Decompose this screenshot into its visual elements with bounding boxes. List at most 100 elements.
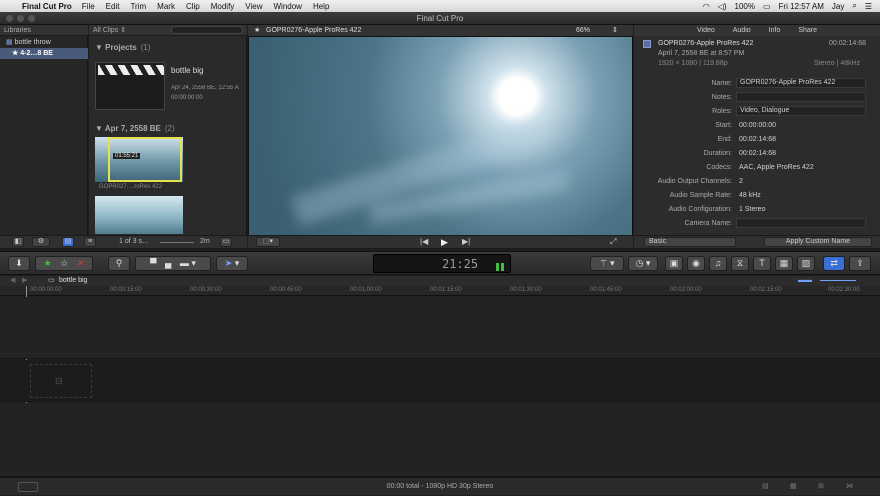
project-date: Apr 24, 2558 BE, 12:55 A <box>171 85 239 91</box>
camera-name-input[interactable] <box>736 218 866 228</box>
timeline-project-name: bottle big <box>59 277 88 284</box>
close-button[interactable] <box>6 15 13 22</box>
wifi-icon[interactable]: ◠ <box>703 2 710 11</box>
forward-arrow-icon[interactable]: ▶ <box>22 276 27 286</box>
menu-clip[interactable]: Clip <box>186 2 200 11</box>
transitions-browser-icon[interactable]: ⧖ <box>731 256 749 271</box>
menu-view[interactable]: View <box>245 2 262 11</box>
empty-storyline-placeholder[interactable]: ⊟ <box>30 364 92 398</box>
audio-track-area[interactable] <box>0 403 880 477</box>
connect-clip-icon[interactable]: ▀ <box>150 258 156 268</box>
clip-thumbnail[interactable]: 01:55:21 <box>95 137 183 182</box>
clip-selection-range[interactable] <box>108 137 182 182</box>
themes-browser-icon[interactable]: ▧ <box>797 256 815 271</box>
back-arrow-icon[interactable]: ◀ <box>10 276 15 286</box>
menu-edit[interactable]: Edit <box>106 2 120 11</box>
spotlight-icon[interactable]: ⌕ <box>852 1 856 11</box>
projects-section[interactable]: ▼ Projects (1) <box>89 39 247 56</box>
event-date-section[interactable]: ▼ Apr 7, 2558 BE (2) <box>89 120 181 137</box>
reject-icon[interactable]: ✕ <box>77 258 85 268</box>
video-frame[interactable] <box>249 37 632 235</box>
ruler-tick-label: 00:00:00:00 <box>30 287 62 293</box>
effects-browser-icon[interactable]: ▣ <box>665 256 683 271</box>
clip-zoom-value: 2m <box>200 238 210 245</box>
titles-browser-icon[interactable]: T <box>753 256 771 271</box>
project-thumbnail[interactable] <box>95 62 165 110</box>
previous-frame-icon[interactable]: |◀ <box>420 237 428 246</box>
minimize-button[interactable] <box>17 15 24 22</box>
unrate-icon[interactable]: ☆ <box>60 258 68 268</box>
name-input[interactable]: GOPR0276-Apple ProRes 422 <box>736 78 866 88</box>
next-frame-icon[interactable]: ▶| <box>462 237 470 246</box>
ruler-tick-label: 00:01:15:00 <box>430 287 462 293</box>
clip-filter-dropdown[interactable]: All Clips <box>93 27 118 34</box>
metadata-view-dropdown[interactable]: Basic <box>644 237 736 247</box>
skimming-icon[interactable]: ⋈ <box>846 478 853 496</box>
import-icon[interactable]: ⬇ <box>8 256 30 271</box>
menu-file[interactable]: File <box>82 2 95 11</box>
chevron-updown-icon: ⇕ <box>120 27 127 34</box>
favorite-icon[interactable]: ★ <box>44 258 52 268</box>
menu-mark[interactable]: Mark <box>157 2 175 11</box>
roles-dropdown[interactable]: Video, Dialogue <box>736 106 866 116</box>
clip-appearance-icon[interactable]: ▦ <box>790 478 797 496</box>
dashboard-timecode[interactable]: 21:25 <box>373 254 511 273</box>
timeline-ruler[interactable]: 00:00:00:00 00:00:15:00 00:00:30:00 00:0… <box>0 286 880 296</box>
menu-trim[interactable]: Trim <box>130 2 146 11</box>
menu-window[interactable]: Window <box>274 2 302 11</box>
menu-clock[interactable]: Fri 12:57 AM <box>779 2 824 11</box>
tab-share[interactable]: Share <box>798 25 817 36</box>
project-duration: 00:00:00:00 <box>171 95 203 101</box>
clip-appearance-icon[interactable]: ▭ <box>220 237 232 247</box>
inspector-toggle-icon[interactable]: ⇄ <box>823 256 845 271</box>
filmstrip-view-icon[interactable]: ▤ <box>62 237 74 247</box>
battery-percent[interactable]: 100% <box>735 2 755 11</box>
notification-icon[interactable]: ☰ <box>865 2 872 11</box>
viewer-zoom-dropdown[interactable]: 66% <box>576 25 590 36</box>
viewer-options-icon[interactable]: ⇕ <box>612 25 618 36</box>
keyword-icon[interactable]: ⚲ <box>108 256 130 271</box>
list-view-icon[interactable]: ≡ <box>84 237 96 247</box>
library-item[interactable]: ▦ bottle throw <box>0 37 88 48</box>
clip-thumbnail[interactable] <box>95 196 183 234</box>
clip-height-icon[interactable]: ▬▬ <box>798 276 812 286</box>
generators-browser-icon[interactable]: ▦ <box>775 256 793 271</box>
edit-mode-dropdown-icon[interactable]: ▾ <box>191 258 196 268</box>
audio-meters-icon[interactable]: ▤ <box>762 478 769 496</box>
retime-dropdown[interactable]: ◷ ▾ <box>628 256 658 271</box>
battery-icon[interactable]: ▭ <box>763 2 771 11</box>
apply-custom-name-button[interactable]: Apply Custom Name <box>764 237 872 247</box>
append-clip-icon[interactable]: ▬ <box>180 258 189 268</box>
clip-zoom-slider[interactable] <box>160 242 194 243</box>
tab-video[interactable]: Video <box>697 25 715 36</box>
event-item[interactable]: ★ 4-2…8 BE <box>0 48 88 59</box>
enhancements-dropdown[interactable]: ⚚ ▾ <box>590 256 624 271</box>
browser-header: All Clips ⇕ <box>89 25 247 36</box>
timeline-index-icon[interactable] <box>18 482 38 492</box>
timeline-zoom-slider[interactable] <box>820 280 856 281</box>
gear-icon[interactable]: ⚙ <box>32 237 50 247</box>
connected-track-area[interactable] <box>0 297 880 359</box>
library-toggle-icon[interactable]: ◧ <box>12 237 24 247</box>
select-tool-dropdown[interactable]: ➤ ▾ <box>216 256 248 271</box>
insert-clip-icon[interactable]: ▄ <box>165 258 171 268</box>
fullscreen-icon[interactable]: ⤢ <box>610 237 616 247</box>
field-start: Start: 00:00:00:00 <box>715 122 776 129</box>
tab-info[interactable]: Info <box>769 25 781 36</box>
menu-user[interactable]: Jay <box>832 2 844 11</box>
snapping-icon[interactable]: ⊞ <box>818 478 824 496</box>
volume-icon[interactable]: ◁) <box>718 2 727 11</box>
menu-modify[interactable]: Modify <box>211 2 235 11</box>
notes-input[interactable] <box>736 92 866 102</box>
menu-help[interactable]: Help <box>313 2 329 11</box>
menu-app-name[interactable]: Final Cut Pro <box>22 2 72 11</box>
browser-search-input[interactable] <box>171 26 243 34</box>
tab-audio[interactable]: Audio <box>733 25 751 36</box>
photo-browser-icon[interactable]: ◉ <box>687 256 705 271</box>
play-icon[interactable]: ▶ <box>441 237 448 248</box>
primary-storyline[interactable]: ⊟ <box>0 360 880 402</box>
zoom-button[interactable] <box>28 15 35 22</box>
music-browser-icon[interactable]: ♫ <box>709 256 727 271</box>
share-icon[interactable]: ⇪ <box>849 256 871 271</box>
transform-crop-icon[interactable]: ⬚▾ <box>256 237 280 247</box>
